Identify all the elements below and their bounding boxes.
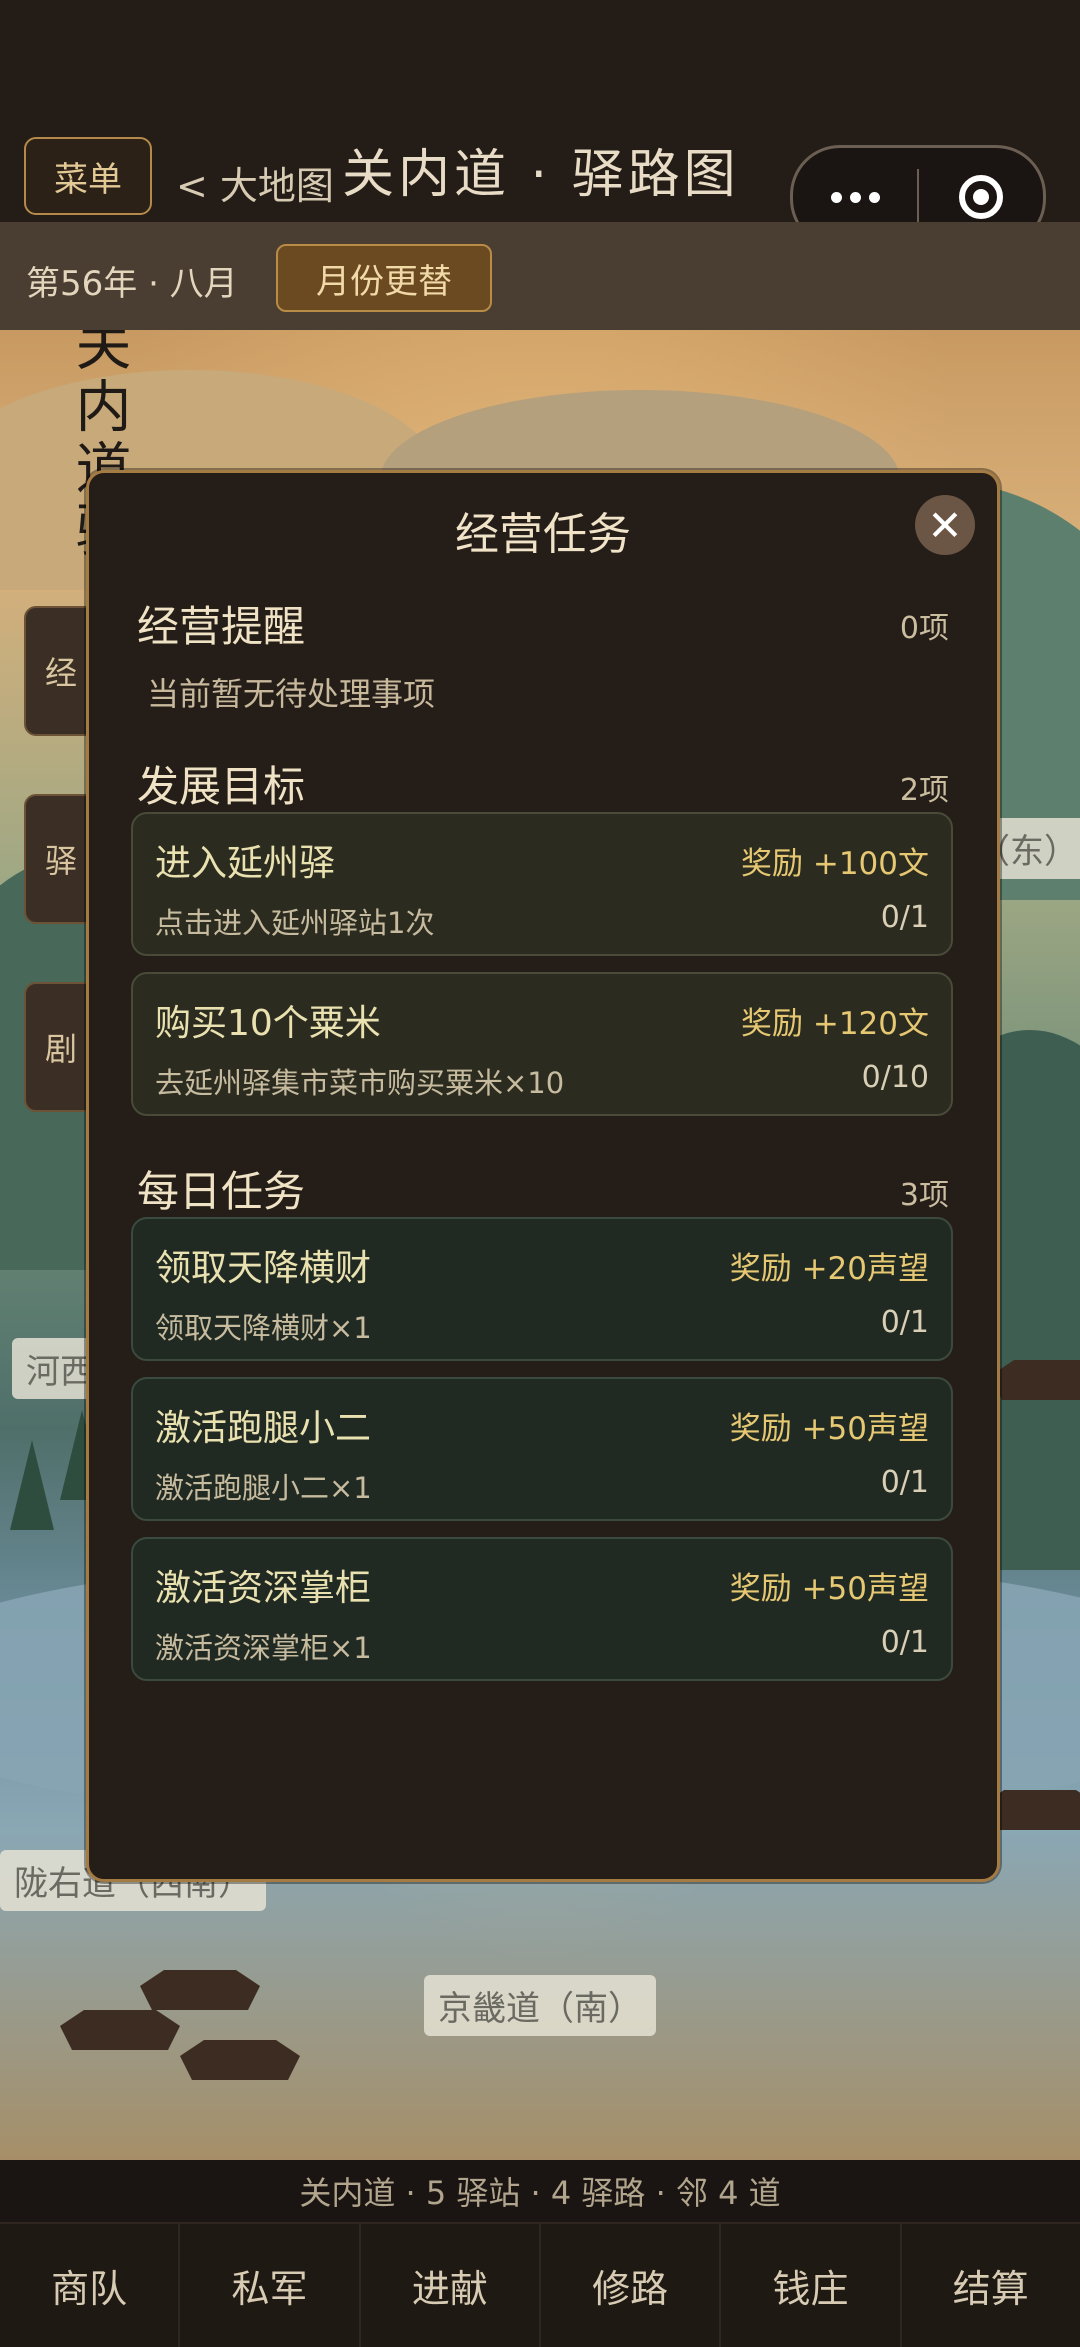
page-title: 关内道 · 驿路图 — [342, 145, 740, 205]
goal-task-card[interactable]: 购买10个粟米 奖励 +120文 去延州驿集市菜市购买粟米×10 0/10 — [131, 972, 953, 1116]
game-date: 第56年 · 八月 — [26, 264, 238, 304]
task-name: 激活跑腿小二 — [155, 1408, 372, 1449]
task-reward: 奖励 +50声望 — [729, 1571, 929, 1607]
reminders-count: 0项 — [899, 611, 949, 646]
map-label-jingji[interactable]: 京畿道（南） — [424, 1975, 656, 2036]
menu-button[interactable]: 菜单 — [24, 137, 152, 215]
task-desc: 激活资深掌柜×1 — [155, 1631, 372, 1665]
task-progress: 0/1 — [880, 1465, 929, 1500]
task-name: 购买10个粟米 — [155, 1003, 381, 1044]
daily-task-card[interactable]: 领取天降横财 奖励 +20声望 领取天降横财×1 0/1 — [131, 1217, 953, 1361]
task-reward: 奖励 +20声望 — [729, 1251, 929, 1287]
task-desc: 领取天降横财×1 — [155, 1311, 372, 1345]
nav-caravan[interactable]: 商队 — [0, 2224, 181, 2347]
daily-task-card[interactable]: 激活资深掌柜 奖励 +50声望 激活资深掌柜×1 0/1 — [131, 1537, 953, 1681]
month-advance-button[interactable]: 月份更替 — [276, 244, 492, 312]
task-name: 进入延州驿 — [155, 843, 336, 884]
goal-task-card[interactable]: 进入延州驿 奖励 +100文 点击进入延州驿站1次 0/1 — [131, 812, 953, 956]
daily-count: 3项 — [899, 1178, 949, 1213]
task-desc: 激活跑腿小二×1 — [155, 1471, 372, 1505]
task-progress: 0/1 — [880, 1305, 929, 1340]
task-desc: 去延州驿集市菜市购买粟米×10 — [155, 1066, 565, 1100]
more-icon[interactable] — [793, 191, 917, 203]
task-progress: 0/1 — [880, 900, 929, 935]
reminders-title: 经营提醒 — [137, 602, 306, 651]
task-desc: 点击进入延州驿站1次 — [155, 906, 435, 940]
modal-title: 经营任务 — [455, 509, 631, 560]
region-stats: 关内道 · 5 驿站 · 4 驿路 · 邻 4 道 — [0, 2160, 1080, 2222]
goals-count: 2项 — [899, 773, 949, 808]
goals-title: 发展目标 — [137, 762, 306, 811]
task-reward: 奖励 +50声望 — [729, 1411, 929, 1447]
nav-settle[interactable]: 结算 — [902, 2224, 1080, 2347]
task-reward: 奖励 +120文 — [741, 1006, 929, 1042]
back-to-world-map-link[interactable]: < 大地图 — [176, 155, 334, 210]
task-name: 领取天降横财 — [155, 1248, 372, 1289]
daily-title: 每日任务 — [137, 1167, 306, 1216]
nav-tribute[interactable]: 进献 — [361, 2224, 541, 2347]
reminders-empty-text: 当前暂无待处理事项 — [147, 675, 436, 713]
nav-build-road[interactable]: 修路 — [541, 2224, 722, 2347]
daily-task-card[interactable]: 激活跑腿小二 奖励 +50声望 激活跑腿小二×1 0/1 — [131, 1377, 953, 1521]
task-modal: 经营任务 ✕ 经营提醒 0项 当前暂无待处理事项 发展目标 2项 进入延州驿 奖… — [86, 470, 1000, 1882]
task-progress: 0/10 — [861, 1060, 929, 1095]
close-icon[interactable]: ✕ — [915, 495, 975, 555]
close-miniprogram-icon[interactable] — [919, 175, 1043, 219]
nav-private-army[interactable]: 私军 — [180, 2224, 361, 2347]
task-name: 激活资深掌柜 — [155, 1568, 372, 1609]
nav-bank[interactable]: 钱庄 — [721, 2224, 902, 2347]
task-progress: 0/1 — [880, 1625, 929, 1660]
bottom-nav: 商队 私军 进献 修路 钱庄 结算 — [0, 2222, 1080, 2347]
task-reward: 奖励 +100文 — [741, 846, 929, 882]
